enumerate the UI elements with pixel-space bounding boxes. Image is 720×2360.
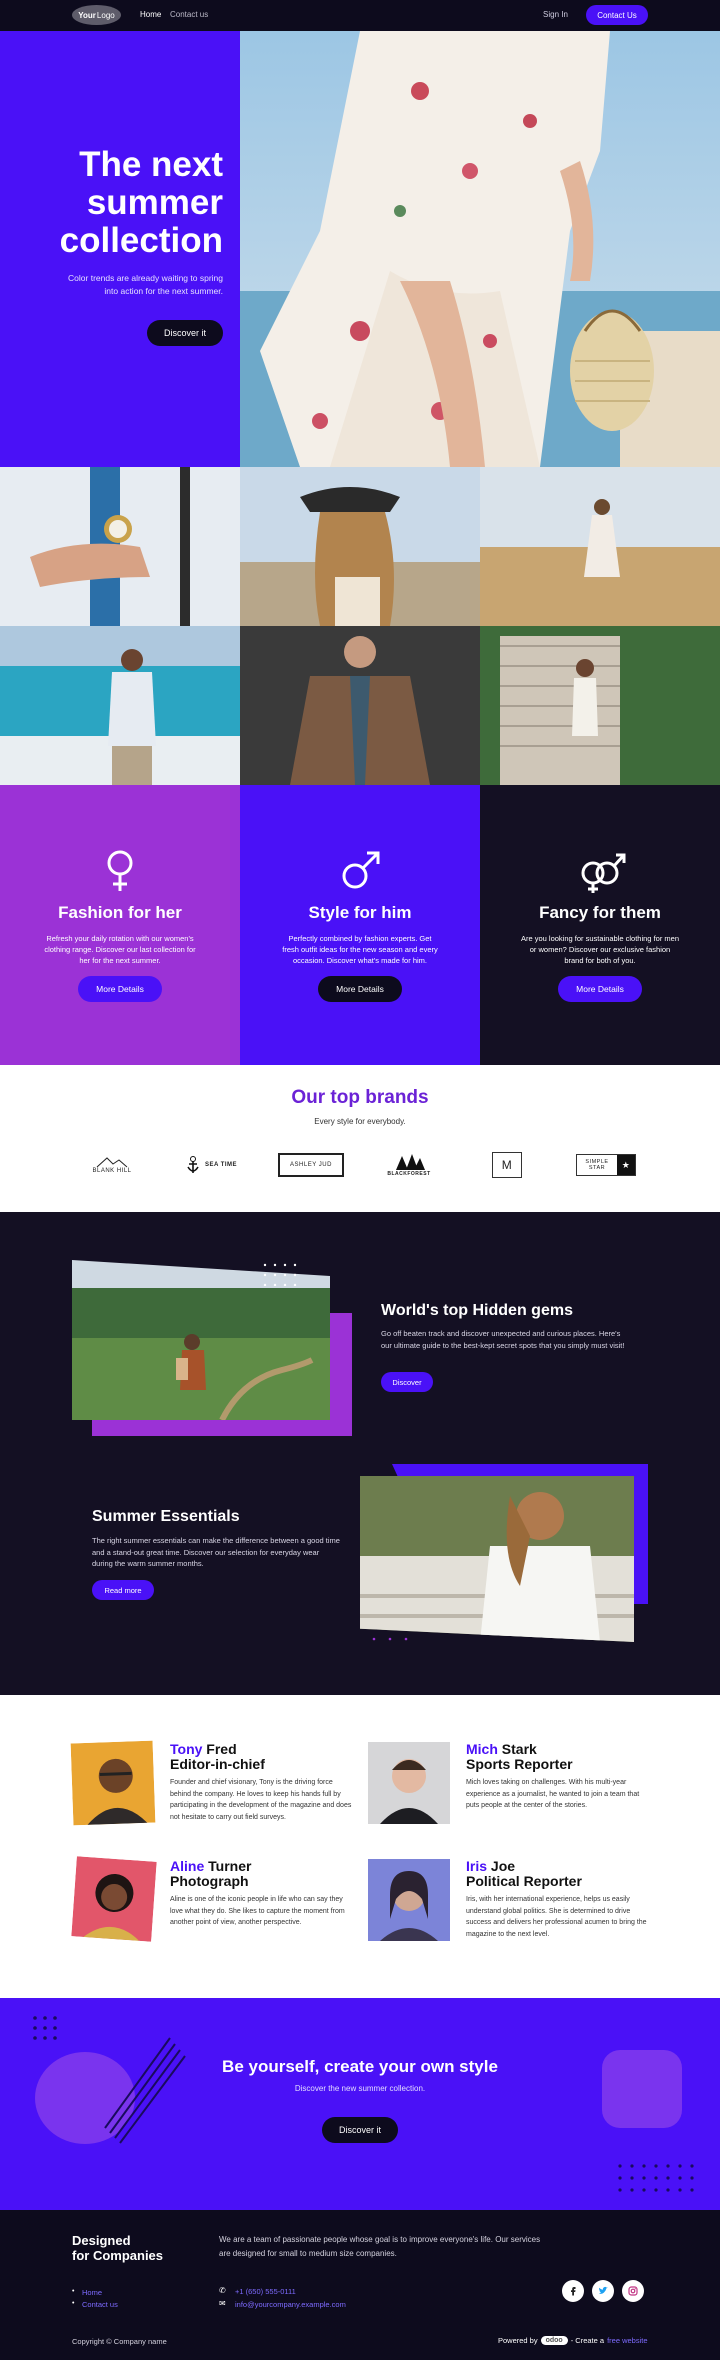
team-bio-tony: Founder and chief visionary, Tony is the… <box>170 1779 352 1821</box>
brand-logo-blank-hill: BLANK HILL <box>72 1148 152 1182</box>
category-card-them: Fancy for them Are you looking for susta… <box>480 785 720 1065</box>
bullet: • <box>72 2288 75 2295</box>
cta-section <box>0 1998 720 2210</box>
free-website-link[interactable]: free website <box>607 2336 647 2345</box>
trees-icon <box>396 1154 425 1170</box>
bullet: • <box>72 2300 75 2307</box>
copyright: Copyright © Company name <box>72 2337 167 2346</box>
photo-watch-shirt <box>0 467 240 626</box>
nav-contact-link[interactable]: Contact us <box>170 10 208 19</box>
sign-in-link[interactable]: Sign In <box>543 10 568 19</box>
star-icon: ★ <box>617 1155 635 1175</box>
logo[interactable]: Your Logo <box>72 5 121 25</box>
avatar-mich <box>368 1742 450 1824</box>
cta-title: Be yourself, create your own style <box>222 2057 498 2076</box>
team-role-iris: Political Reporter <box>466 1873 582 1889</box>
category-text: Perfectly combined by fashion experts. G… <box>282 934 438 965</box>
category-text: Refresh your daily rotation with our wom… <box>44 934 196 965</box>
category-title: Fashion for her <box>58 903 182 922</box>
mountain-icon <box>96 1157 128 1168</box>
phone-icon: ✆ <box>219 2286 226 2295</box>
team-bio-iris: Iris, with her international experience,… <box>466 1896 647 1938</box>
hero-discover-button[interactable]: Discover it <box>147 320 223 346</box>
nav-home-link[interactable]: Home <box>140 10 161 19</box>
category-card-him: Style for him Perfectly combined by fash… <box>240 785 480 1065</box>
hero-image <box>240 31 720 467</box>
brands-subtitle: Every style for everybody. <box>314 1117 406 1126</box>
photo-woman-stairs <box>480 626 720 785</box>
footer-phone[interactable]: +1 (650) 555-0111 <box>235 2287 296 2296</box>
avatar-aline <box>71 1856 157 1942</box>
brand-logo-m: M <box>492 1152 522 1178</box>
discover-button[interactable]: Discover <box>381 1372 433 1392</box>
facebook-icon[interactable] <box>562 2280 584 2302</box>
footer-description: We are a team of passionate people whose… <box>219 2235 541 2258</box>
feature-title-summer-essentials: Summer Essentials <box>92 1508 240 1525</box>
photo-man-coat <box>240 626 480 785</box>
read-more-button[interactable]: Read more <box>92 1580 154 1600</box>
instagram-icon[interactable] <box>622 2280 644 2302</box>
team-name-aline: Aline Turner <box>170 1858 252 1874</box>
anchor-icon <box>187 1156 199 1173</box>
feature-image-woman-bench <box>360 1476 634 1642</box>
brand-logo-ashley-jud: ASHLEY JUD <box>278 1153 344 1177</box>
category-title: Style for him <box>308 903 412 922</box>
team-bio-aline: Aline is one of the iconic people in lif… <box>170 1896 345 1926</box>
odoo-logo[interactable]: odoo <box>540 2336 568 2345</box>
team-role-aline: Photograph <box>170 1873 249 1889</box>
photo-woman-field <box>480 467 720 626</box>
category-card-her: Fashion for her Refresh your daily rotat… <box>0 785 240 1065</box>
team-name-tony: Tony Fred <box>170 1741 237 1757</box>
brand-logo-simple-star: SIMPLE STAR ★ <box>576 1154 636 1176</box>
team-role-tony: Editor-in-chief <box>170 1756 265 1772</box>
feature-title-hidden-gems: World's top Hidden gems <box>381 1302 573 1319</box>
team-name-iris: Iris Joe <box>466 1858 516 1874</box>
more-details-button-him[interactable]: More Details <box>318 976 402 1002</box>
footer-link-contact[interactable]: Contact us <box>82 2300 118 2309</box>
avatar-tony <box>70 1740 156 1826</box>
male-symbol-icon <box>342 851 380 889</box>
decor-dots <box>262 1262 302 1291</box>
category-text: Are you looking for sustainable clothing… <box>520 934 679 965</box>
envelope-icon: ✉ <box>219 2299 226 2308</box>
female-symbol-icon <box>107 850 133 891</box>
brand-logo-blackforest: BLACKFOREST <box>374 1148 444 1182</box>
team-bio-mich: Mich loves taking on challenges. With hi… <box>466 1779 640 1809</box>
cta-discover-button[interactable]: Discover it <box>322 2117 398 2143</box>
genders-symbol-icon <box>581 853 626 893</box>
hero-subtitle: Color trends are already waiting to spri… <box>68 273 223 296</box>
cta-decorations <box>33 2016 694 2192</box>
feature-text-summer-essentials: The right summer essentials can make the… <box>92 1536 340 1568</box>
twitter-icon[interactable] <box>592 2280 614 2302</box>
cta-subtitle: Discover the new summer collection. <box>294 2084 426 2093</box>
photo-man-sea <box>0 626 240 785</box>
more-details-button-them[interactable]: More Details <box>558 976 642 1002</box>
more-details-button-her[interactable]: More Details <box>78 976 162 1002</box>
brands-title: Our top brands <box>291 1087 429 1108</box>
brand-logo-sea-time: SEA TIME <box>175 1148 247 1182</box>
team-role-mich: Sports Reporter <box>466 1756 573 1772</box>
contact-us-button[interactable]: Contact Us <box>586 5 648 25</box>
feature-text-hidden-gems: Go off beaten track and discover unexpec… <box>381 1329 625 1350</box>
hero-title: The next summer collection <box>59 145 223 260</box>
decor-dots-small <box>372 1628 422 1646</box>
footer-email[interactable]: info@yourcompany.example.com <box>235 2300 346 2309</box>
footer-link-home[interactable]: Home <box>82 2288 102 2297</box>
category-title: Fancy for them <box>539 903 661 922</box>
powered-by: Powered by odoo - Create a free website <box>498 2336 648 2345</box>
photo-woman-hat <box>240 467 480 626</box>
avatar-iris <box>368 1859 450 1941</box>
team-name-mich: Mich Stark <box>466 1741 537 1757</box>
footer-title: Designed for Companies <box>72 2233 164 2263</box>
